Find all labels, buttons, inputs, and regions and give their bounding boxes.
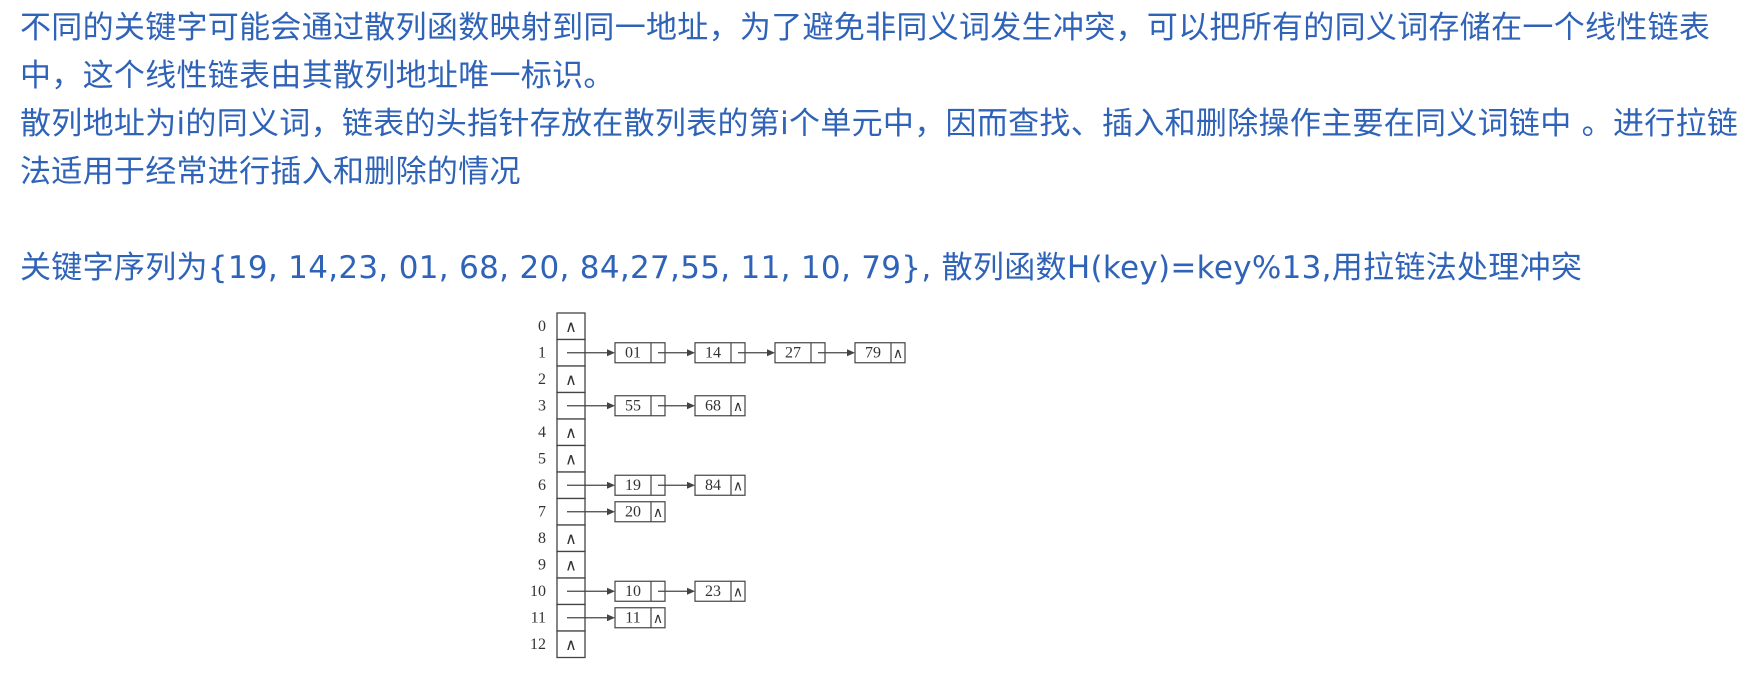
slot-index-label: 11 — [531, 609, 546, 626]
next-pointer-arrow-head — [847, 349, 855, 357]
chain-key: 01 — [625, 344, 641, 361]
explanation-text: 不同的关键字可能会通过散列函数映射到同一地址，为了避免非同义词发生冲突，可以把所… — [20, 4, 1750, 292]
null-pointer: ∧ — [733, 479, 743, 494]
chain-key: 27 — [785, 344, 801, 361]
paragraph-collision: 不同的关键字可能会通过散列函数映射到同一地址，为了避免非同义词发生冲突，可以把所… — [20, 10, 1711, 94]
null-pointer: ∧ — [565, 425, 577, 442]
slot-index-label: 7 — [538, 503, 546, 520]
chain-key: 68 — [705, 397, 721, 414]
next-pointer-arrow-head — [687, 402, 695, 410]
null-pointer: ∧ — [733, 585, 743, 600]
chain-key: 10 — [625, 583, 641, 600]
paragraph-chaining: 散列地址为i的同义词，链表的头指针存放在散列表的第i个单元中，因而查找、插入和删… — [20, 106, 1739, 190]
chain-key: 84 — [705, 477, 721, 494]
chain-key: 19 — [625, 477, 641, 494]
slot-pointer-arrow-head — [607, 508, 615, 516]
slot-pointer-arrow-head — [607, 481, 615, 489]
slot-index-label: 3 — [538, 397, 546, 414]
slot-index-label: 10 — [530, 583, 546, 600]
null-pointer: ∧ — [653, 612, 663, 627]
slot-pointer-arrow-head — [607, 614, 615, 622]
chain-key: 11 — [625, 609, 640, 626]
slot-pointer-arrow-head — [607, 587, 615, 595]
null-pointer: ∧ — [893, 347, 903, 362]
null-pointer: ∧ — [653, 506, 663, 521]
null-pointer: ∧ — [565, 531, 577, 548]
null-pointer: ∧ — [565, 557, 577, 574]
chained-hash-table: 0 ∧1 01 14 27 79 ∧2 ∧3 55 68 ∧4 ∧5 ∧6 19 84 ∧7 20 ∧8 ∧9 ∧10… — [530, 312, 906, 659]
null-pointer: ∧ — [565, 451, 577, 468]
slot-index-label: 2 — [538, 371, 546, 388]
null-pointer: ∧ — [565, 319, 577, 336]
chain-key: 14 — [705, 344, 721, 361]
next-pointer-arrow-head — [687, 481, 695, 489]
slot-index-label: 9 — [538, 556, 546, 573]
next-pointer-arrow-head — [767, 349, 775, 357]
paragraph-example: 关键字序列为{19, 14,23, 01, 68, 20, 84,27,55, … — [20, 250, 1583, 286]
slot-index-label: 6 — [538, 477, 546, 494]
next-pointer-arrow-head — [687, 587, 695, 595]
null-pointer: ∧ — [733, 400, 743, 415]
slot-index-label: 8 — [538, 530, 546, 547]
slot-index-label: 1 — [538, 344, 546, 361]
next-pointer-arrow-head — [687, 349, 695, 357]
chain-key: 23 — [705, 583, 721, 600]
slot-pointer-arrow-head — [607, 349, 615, 357]
slot-pointer-arrow-head — [607, 402, 615, 410]
chain-key: 55 — [625, 397, 641, 414]
slot-index-label: 12 — [530, 636, 546, 653]
slot-index-label: 5 — [538, 450, 546, 467]
slot-index-label: 4 — [538, 424, 546, 441]
null-pointer: ∧ — [565, 372, 577, 389]
chain-key: 20 — [625, 503, 641, 520]
chain-key: 79 — [865, 344, 881, 361]
hash-table-diagram: 0 ∧ 1 01 14 27 79 ∧ 2 ∧ 3 55 68 ∧ 4 ∧ 5 ∧ 6 19 84 ∧ 7 20 ∧ 8 ∧ 9 ∧ 10… — [530, 305, 950, 675]
slot-index-label: 0 — [538, 318, 546, 335]
null-pointer: ∧ — [565, 637, 577, 654]
